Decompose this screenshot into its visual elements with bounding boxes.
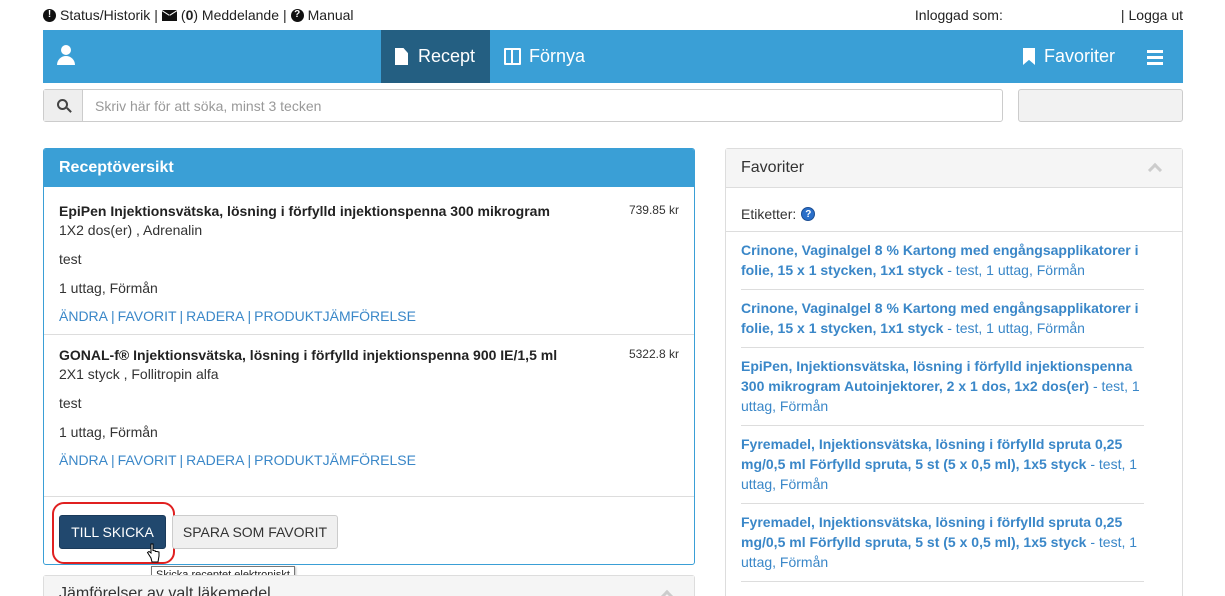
favorite-item[interactable]: Fyremadel, Injektionsvätska, lösning i f… [741, 504, 1144, 582]
status-history-link[interactable]: Status/Historik [60, 7, 150, 23]
search-input[interactable] [83, 90, 1002, 121]
chevron-up-icon [1147, 162, 1163, 178]
secondary-select[interactable] [1018, 89, 1183, 122]
hamburger-icon[interactable] [1147, 50, 1163, 65]
search-icon [56, 99, 68, 110]
favorite-item[interactable]: EpiPen, Injektionsvätska, lösning i förf… [741, 348, 1144, 426]
document-icon [395, 48, 408, 65]
chevron-up-icon [659, 589, 675, 596]
recept-price: 5322.8 kr [628, 347, 679, 361]
book-icon [504, 48, 521, 65]
search-bar [43, 89, 1003, 122]
main-navbar: Recept Förnya Favoriter [43, 30, 1183, 83]
favorite-item-name: EpiPen, Injektionsvätska, lösning i förf… [741, 358, 1133, 394]
recept-name: GONAL-f® Injektionsvätska, lösning i för… [59, 347, 558, 363]
favorite-item-name: Fyremadel, Injektionsvätska, lösning i f… [741, 436, 1123, 472]
bookmark-icon [1023, 48, 1035, 65]
favorite-item[interactable]: Fyremadel, Injektionsvätska, lösning i f… [741, 426, 1144, 504]
logout-link[interactable]: Logga ut [1129, 7, 1184, 23]
tags-row: Etiketter: ? [726, 188, 1182, 232]
compare-panel-header[interactable]: Jämförelser av valt läkemedel [44, 576, 694, 596]
favorite-link[interactable]: FAVORIT [118, 308, 177, 324]
top-strip: ! Status/Historik | (0) Meddelande | ? M… [43, 7, 1183, 27]
favorites-panel-header[interactable]: Favoriter [726, 149, 1182, 188]
help-icon[interactable]: ? [801, 207, 816, 221]
manual-link[interactable]: Manual [308, 7, 354, 23]
delete-link[interactable]: RADERA [186, 452, 244, 468]
tab-fornya-label: Förnya [529, 46, 586, 66]
recept-actions: ÄNDRA | FAVORIT | RADERA | PRODUKTJÄMFÖRELSE [59, 308, 416, 324]
envelope-icon [161, 9, 177, 21]
search-addon [44, 90, 83, 121]
cursor-hand-icon [146, 543, 160, 563]
favorite-item-details: - test, 1 uttag, Förmån [943, 320, 1085, 336]
product-compare-link[interactable]: PRODUKTJÄMFÖRELSE [254, 308, 416, 324]
recept-dosage: 1X2 dos(er) , Adrenalin [59, 222, 203, 238]
tab-favoriter-label: Favoriter [1044, 46, 1116, 66]
separator: | [154, 7, 158, 23]
delete-link[interactable]: RADERA [186, 308, 244, 324]
tags-label: Etiketter: [741, 206, 797, 222]
compare-panel-title: Jämförelser av valt läkemedel [59, 585, 271, 596]
separator: | [1120, 7, 1125, 23]
compare-panel: Jämförelser av valt läkemedel [43, 575, 695, 596]
top-links: ! Status/Historik | (0) Meddelande | ? M… [43, 7, 354, 23]
recept-dosage: 2X1 styck , Follitropin alfa [59, 366, 219, 382]
tab-recept-label: Recept [418, 46, 476, 66]
recept-price: 739.85 kr [628, 203, 679, 217]
recept-actions: ÄNDRA | FAVORIT | RADERA | PRODUKTJÄMFÖRELSE [59, 452, 416, 468]
exclamation-circle-icon: ! [43, 8, 56, 22]
tab-favoriter[interactable]: Favoriter [1009, 30, 1129, 83]
separator: | [282, 7, 287, 23]
edit-link[interactable]: ÄNDRA [59, 308, 108, 324]
favorites-panel-title: Favoriter [741, 159, 805, 176]
recept-note: test [59, 251, 82, 267]
tab-fornya[interactable]: Förnya [490, 30, 599, 83]
edit-link[interactable]: ÄNDRA [59, 452, 108, 468]
recept-name: EpiPen Injektionsvätska, lösning i förfy… [59, 203, 550, 219]
recept-withdrawal: 1 uttag, Förmån [59, 280, 158, 296]
favorite-item[interactable]: Crinone, Vaginalgel 8 % Kartong med engå… [741, 290, 1144, 348]
save-favorite-button[interactable]: SPARA SOM FAVORIT [172, 515, 338, 549]
recept-panel-title: Receptöversikt [44, 149, 694, 187]
recept-item: 5322.8 kr GONAL-f® Injektionsvätska, lös… [44, 335, 694, 497]
recept-item: 739.85 kr EpiPen Injektionsvätska, lösni… [44, 187, 694, 335]
favorite-item-details: - test, 1 uttag, Förmån [943, 262, 1085, 278]
recept-withdrawal: 1 uttag, Förmån [59, 424, 158, 440]
user-area: Inloggad som: | Logga ut [915, 7, 1183, 23]
tab-recept[interactable]: Recept [381, 30, 490, 83]
favorite-link[interactable]: FAVORIT [118, 452, 177, 468]
question-circle-icon: ? [290, 8, 304, 22]
messages-link[interactable]: (0) Meddelande [181, 7, 279, 23]
messages-count: 0 [185, 7, 194, 23]
favorite-item[interactable]: Crinone, Vaginalgel 8 % Kartong med engå… [741, 232, 1144, 290]
recept-note: test [59, 395, 82, 411]
user-icon[interactable] [55, 43, 79, 67]
favorite-item-name: Fyremadel, Injektionsvätska, lösning i f… [741, 514, 1123, 550]
logged-in-label: Inloggad som: [914, 7, 1003, 23]
favorites-panel: Favoriter Etiketter: ? Crinone, Vaginalg… [725, 148, 1183, 596]
messages-label: Meddelande [201, 7, 279, 23]
product-compare-link[interactable]: PRODUKTJÄMFÖRELSE [254, 452, 416, 468]
